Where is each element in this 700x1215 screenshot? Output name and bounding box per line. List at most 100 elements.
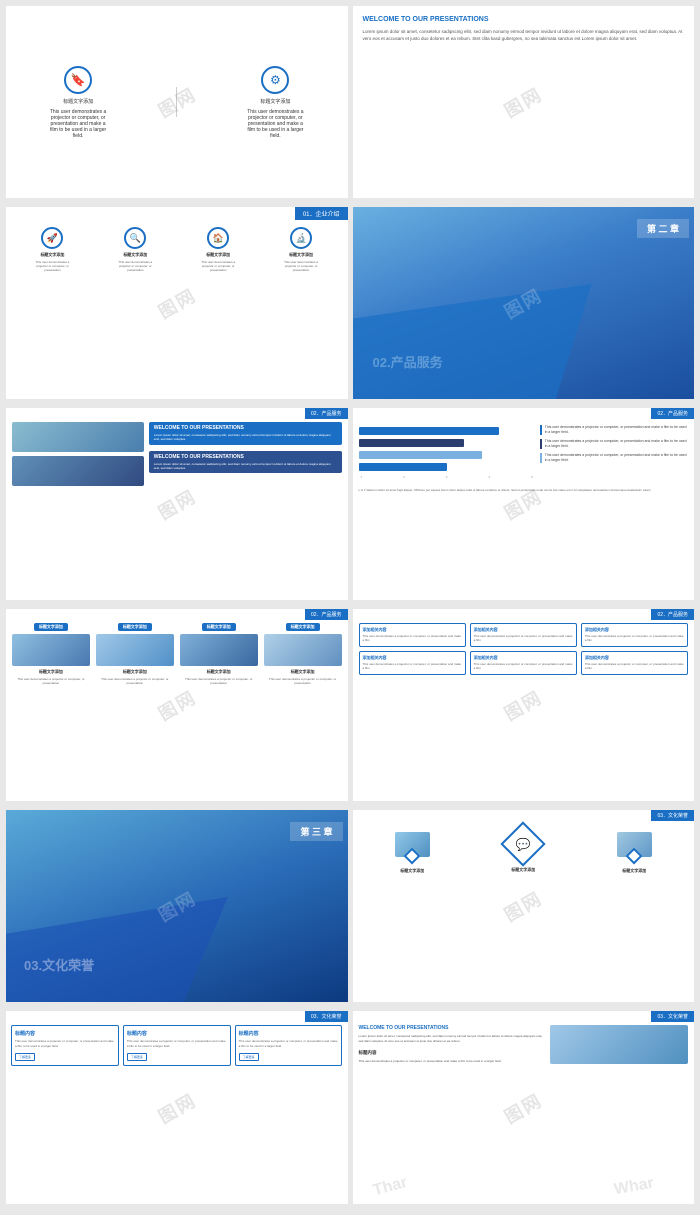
bar-3 [359,451,482,459]
slide2-text: Lorem ipsum dolor sit amet, consetetur s… [363,29,685,43]
rocket-icon: 🚀 [41,227,63,249]
compare-desc-3: This user demonstrates a projector or co… [180,678,258,686]
watermark: 图网 [499,684,547,727]
compare-tag-2: 标题文字添加 [118,623,152,631]
honor2-content: WELCOME TO OUR PRESENTATIONS Lorem ipsum… [353,1011,695,1069]
enterprise-icon-3: 🏠 标题文字添加 This user demonstrates a projec… [196,227,241,273]
compare-label-4: 标题文字添加 [291,669,315,675]
compare-label-2: 标题文字添加 [123,669,147,675]
compare-col-4: 标题文字添加 标题文字添加 This user demonstrates a p… [264,623,342,686]
ei-desc-3: This user demonstrates a projector or co… [196,261,241,273]
compare-desc-4: This user demonstrates a projector or co… [264,678,342,686]
honor2-text: WELCOME TO OUR PRESENTATIONS Lorem ipsum… [359,1025,545,1064]
product-card-1: WELCOME TO OUR PRESENTATIONS Lorem ipsum… [149,422,342,444]
product-card-2: WELCOME TO OUR PRESENTATIONS Lorem ipsum… [149,451,342,473]
icon-item-1: 🔖 标题文字添加 This user demonstrates a projec… [48,66,108,139]
hc-btn-1[interactable]: 了解更多 [15,1053,35,1061]
enterprise-icon-4: 🔬 标题文字添加 This user demonstrates a projec… [279,227,324,273]
compare-col-2: 标题文字添加 标题文字添加 This user demonstrates a p… [96,623,174,686]
compare-desc-2: This user demonstrates a projector or co… [96,678,174,686]
gi-desc-5: This user demonstrates a projector or co… [474,663,573,671]
grid-item-3: 添加相关内容 This user demonstrates a projecto… [581,623,688,647]
search-icon: 🔍 [124,227,146,249]
slide-honor: 图网 03．文化荣誉 标题内容 This user demonstrates a… [6,1011,348,1203]
watermark: 图网 [499,81,547,124]
compare-label-1: 标题文字添加 [39,669,63,675]
charts-label: 02．产品服务 [651,408,694,419]
gi-desc-2: This user demonstrates a projector or co… [474,635,573,643]
compare-label: 02．产品服务 [305,609,348,620]
card1-title: WELCOME TO OUR PRESENTATIONS [154,425,337,432]
compare-img-1 [12,634,90,666]
grid-label: 02．产品服务 [651,609,694,620]
chart-bottom-text: L.U.T laborum dolor sit amet fugit aliqu… [353,485,695,495]
compare-tag-1: 标题文字添加 [34,623,68,631]
product1-images [12,422,144,486]
grid-item-2: 添加相关内容 This user demonstrates a projecto… [470,623,577,647]
slide-chapter2: 图网 第 二 章 02.产品服务 [353,207,695,399]
hc-title-1: 标题内容 [15,1030,115,1037]
gi-title-6: 添加相关内容 [585,655,684,661]
bar-4 [359,463,447,471]
grid-item-5: 添加相关内容 This user demonstrates a projecto… [470,651,577,675]
watermark: 图网 [499,885,547,928]
legend-1: This user demonstrates a projector or co… [540,425,688,435]
gear-icon: ⚙ [261,66,289,94]
enterprise-label: 01．企业介绍 [295,207,348,220]
bar-axis: 12345 [359,475,535,479]
enterprise-icons-row: 🚀 标题文字添加 This user demonstrates a projec… [6,227,348,273]
honor2-welcome: WELCOME TO OUR PRESENTATIONS [359,1025,545,1031]
icon1-label: 标题文字添加 [63,98,93,105]
compare-col-1: 标题文字添加 标题文字添加 This user demonstrates a p… [12,623,90,686]
chart-legend: This user demonstrates a projector or co… [540,422,688,462]
slide-charts: 图网 02．产品服务 12345 T [353,408,695,600]
ei-desc-1: This user demonstrates a projector or co… [30,261,75,273]
watermark: 图网 [499,1086,547,1129]
compare-img-3 [180,634,258,666]
watermark: 图网 [153,1086,201,1129]
hc-title-3: 标题内容 [239,1030,339,1037]
legend-3: This user demonstrates a projector or co… [540,453,688,463]
icon1-desc: This user demonstrates a projector or co… [48,109,108,139]
culture-label: 03．文化荣誉 [651,810,694,821]
culture-icons: 标题文字添加 💬 标题文字添加 标题文字添加 [353,810,695,879]
gi-desc-1: This user demonstrates a projector or co… [363,635,462,643]
enterprise-icon-1: 🚀 标题文字添加 This user demonstrates a projec… [30,227,75,273]
icon2-desc: This user demonstrates a projector or co… [245,109,305,139]
honor2-image [550,1025,688,1064]
slide-icons: 图网 🔖 标题文字添加 This user demonstrates a pro… [6,6,348,198]
culture-label-1: 标题文字添加 [400,868,424,874]
gi-desc-3: This user demonstrates a projector or co… [585,635,684,643]
bar-2 [359,439,465,447]
grid-item-6: 添加相关内容 This user demonstrates a projecto… [581,651,688,675]
ch3-label: 第 三 章 [290,822,342,841]
bar-row-3 [359,451,535,459]
grid-items: 添加相关内容 This user demonstrates a projecto… [353,609,695,680]
bar-row-4 [359,463,535,471]
gi-title-3: 添加相关内容 [585,627,684,633]
gi-desc-4: This user demonstrates a projector or co… [363,663,462,671]
bar-row-2 [359,439,535,447]
bottom-text-whar: Whar [613,1174,656,1199]
slide-product-text: 图网 02．产品服务 WELCOME TO OUR PRESENTATIONS … [6,408,348,600]
slide-chapter3: 图网 第 三 章 03.文化荣誉 [6,810,348,1002]
watermark: 图网 [153,282,201,325]
hc-btn-3[interactable]: 了解更多 [239,1053,259,1061]
compare-tag-4: 标题文字添加 [286,623,320,631]
bar-row-1 [359,427,535,435]
slide2-title: WELCOME TO OUR PRESENTATIONS [363,16,685,23]
icon2-label: 标题文字添加 [260,98,290,105]
ei-label-4: 标题文字添加 [289,252,313,258]
legend-2: This user demonstrates a projector or co… [540,439,688,449]
card1-text: Lorem ipsum dolor sit amet, consetetur s… [154,433,337,441]
gi-title-5: 添加相关内容 [474,655,573,661]
slide-culture: 图网 03．文化荣誉 标题文字添加 💬 标题文字添加 [353,810,695,1002]
ei-label-3: 标题文字添加 [206,252,230,258]
compare-img-2 [96,634,174,666]
compare-label-3: 标题文字添加 [207,669,231,675]
bottom-text-thar: Thar [371,1173,409,1199]
bookmark-icon: 🔖 [64,66,92,94]
honor2-subtitle: 标题内容 [359,1050,545,1056]
hc-btn-2[interactable]: 了解更多 [127,1053,147,1061]
gi-desc-6: This user demonstrates a projector or co… [585,663,684,671]
